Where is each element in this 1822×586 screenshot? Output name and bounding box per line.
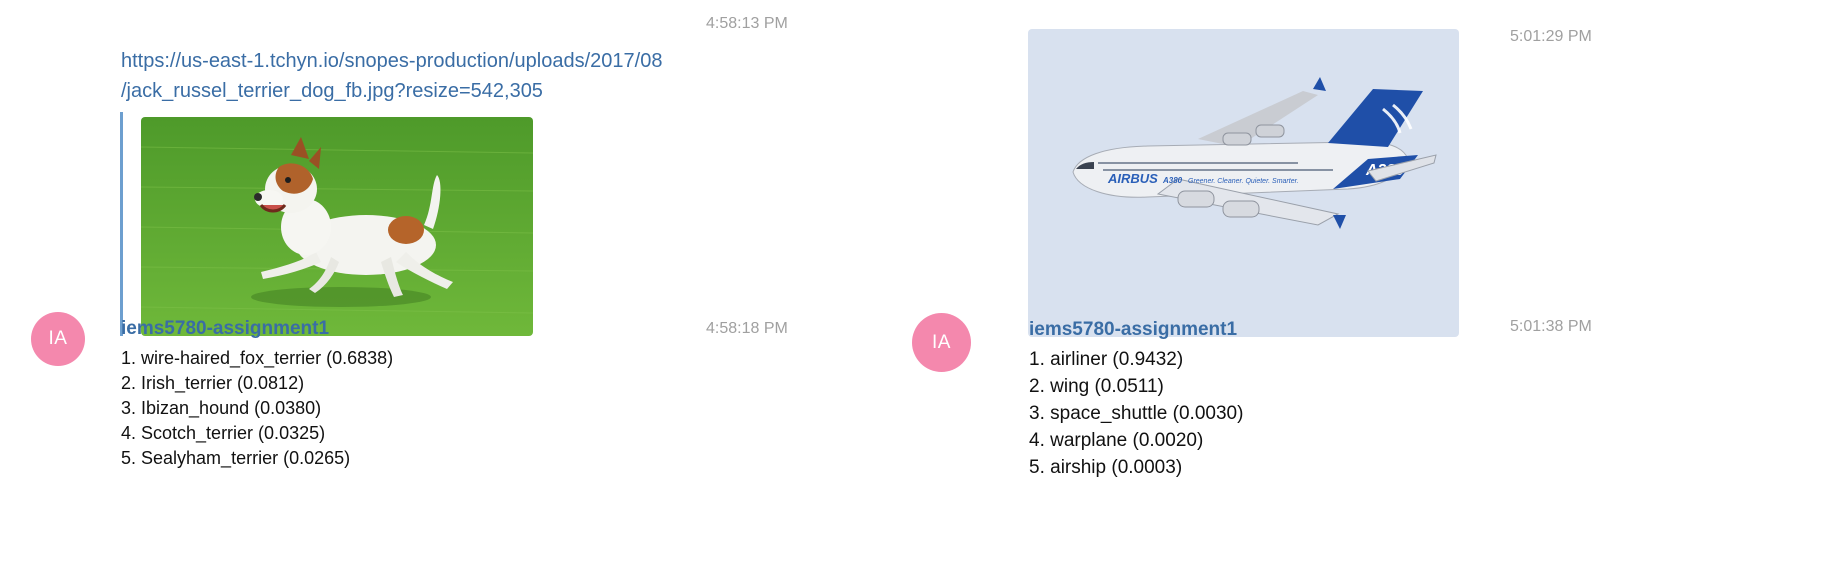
fuselage-model-text: A380 — [1162, 176, 1183, 185]
message-timestamp: 4:58:13 PM — [706, 15, 788, 32]
result-item: 1. wire-haired_fox_terrier (0.6838) — [121, 348, 394, 368]
avatar[interactable]: IA — [912, 313, 971, 372]
sender-name[interactable]: iems5780-assignment1 — [121, 318, 329, 340]
result-item: 2. wing (0.0511) — [1029, 376, 1164, 397]
airplane-photo[interactable]: A380 AIRBUS A380 Greener. Cleaner. Qui — [1028, 29, 1459, 337]
image-link[interactable]: https://us-east-1.tchyn.io/snopes-produc… — [121, 46, 662, 106]
dog-photo[interactable] — [141, 117, 533, 336]
message-timestamp: 4:58:18 PM — [706, 320, 788, 337]
dog-image — [141, 117, 533, 336]
airplane-image: A380 AIRBUS A380 Greener. Cleaner. Qui — [1028, 29, 1459, 337]
result-item: 1. airliner (0.9432) — [1029, 349, 1184, 370]
link-line-1: https://us-east-1.tchyn.io/snopes-produc… — [121, 50, 663, 72]
classification-results: 1. airliner (0.9432) 2. wing (0.0511) 3.… — [1029, 346, 1243, 481]
sender-name[interactable]: iems5780-assignment1 — [1029, 319, 1237, 341]
result-item: 3. space_shuttle (0.0030) — [1029, 403, 1244, 424]
result-item: 4. Scotch_terrier (0.0325) — [121, 423, 326, 443]
result-item: 5. Sealyham_terrier (0.0265) — [121, 448, 351, 468]
fuselage-branding-text: AIRBUS — [1107, 171, 1158, 186]
result-item: 3. Ibizan_hound (0.0380) — [121, 398, 322, 418]
result-item: 4. warplane (0.0020) — [1029, 430, 1204, 451]
fuselage-slogan-text: Greener. Cleaner. Quieter. Smarter. — [1188, 178, 1299, 185]
link-line-2: /jack_russel_terrier_dog_fb.jpg?resize=5… — [121, 80, 543, 102]
message-timestamp: 5:01:29 PM — [1510, 28, 1592, 45]
result-item: 5. airship (0.0003) — [1029, 457, 1183, 478]
avatar[interactable]: IA — [31, 312, 85, 366]
message-panel-left: 4:58:13 PM https://us-east-1.tchyn.io/sn… — [0, 0, 820, 586]
message-panel-right: A380 AIRBUS A380 Greener. Cleaner. Qui — [910, 0, 1822, 586]
classification-results: 1. wire-haired_fox_terrier (0.6838) 2. I… — [121, 346, 393, 471]
message-timestamp: 5:01:38 PM — [1510, 318, 1592, 335]
link-preview-bar — [120, 112, 123, 336]
result-item: 2. Irish_terrier (0.0812) — [121, 373, 305, 393]
